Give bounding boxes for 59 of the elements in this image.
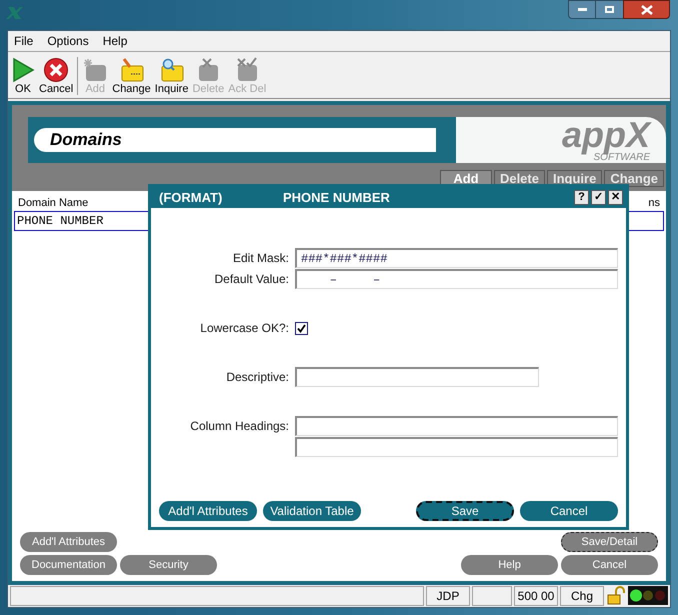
pencil-icon	[118, 57, 145, 83]
close-icon	[43, 57, 70, 83]
footer-button[interactable]: Add'l Attributes	[20, 532, 117, 552]
status-lights-icon	[628, 586, 668, 605]
field-label: Descriptive:	[226, 370, 289, 384]
input-field[interactable]	[295, 367, 539, 387]
field-value: – –	[328, 272, 380, 288]
footer-button[interactable]: Help	[461, 555, 558, 575]
column-header: ns	[648, 196, 660, 211]
toolbar-button[interactable]: OK	[11, 57, 35, 95]
input-field[interactable]: – –	[295, 269, 618, 289]
row-text: PHONE NUMBER	[17, 213, 104, 230]
close-button[interactable]	[623, 0, 670, 19]
menu-item[interactable]: Options	[47, 32, 89, 50]
footer-button[interactable]: Documentation	[20, 555, 117, 575]
field-label: Column Headings:	[190, 419, 289, 433]
field-label: Lowercase OK?:	[200, 321, 289, 335]
menu-item[interactable]: Help	[102, 32, 128, 50]
action-button[interactable]: Change	[604, 170, 664, 187]
play-icon	[11, 57, 35, 83]
minimize-button[interactable]	[568, 0, 596, 19]
title-button[interactable]: ✓	[591, 190, 606, 205]
toolbar-button[interactable]: Change	[112, 57, 151, 95]
field-label: Edit Mask:	[232, 251, 289, 265]
input-field[interactable]	[295, 437, 618, 457]
toolbar-button[interactable]: Inquire	[154, 57, 188, 95]
lock-icon	[606, 586, 626, 605]
magnifier-icon	[158, 57, 185, 83]
status-cell	[472, 586, 512, 606]
logo-text: appX	[562, 117, 650, 153]
menu-item[interactable]: File	[14, 32, 34, 50]
app-logo-icon	[6, 5, 24, 21]
status-cell: 500 00	[514, 586, 558, 606]
input-field[interactable]: ###*###*####	[295, 248, 618, 268]
maximize-button[interactable]	[596, 0, 623, 19]
close-icon	[640, 4, 652, 14]
status-cell: Chg	[560, 586, 604, 606]
title-button[interactable]: ?	[574, 190, 589, 205]
checkbox[interactable]	[295, 322, 308, 334]
input-field[interactable]	[295, 416, 618, 436]
footer-button[interactable]: Save/Detail	[561, 532, 658, 552]
logo-subtitle: SOFTWARE	[594, 153, 650, 163]
field-value: ###*###*####	[301, 250, 388, 268]
footer-button[interactable]: Cancel	[561, 555, 658, 575]
status-cell: JDP	[426, 586, 470, 606]
field-label: Default Value:	[214, 272, 289, 286]
dialog-title: (FORMAT)	[159, 188, 224, 207]
column-header: Domain Name	[18, 196, 88, 211]
footer-button[interactable]: Security	[120, 555, 217, 575]
panel-title: Domains	[50, 129, 122, 152]
dialog-subtitle: PHONE NUMBER	[283, 188, 391, 207]
dialog-button[interactable]: Cancel	[520, 501, 618, 521]
dialog-button[interactable]: Add'l Attributes	[159, 501, 257, 521]
toolbar-button[interactable]: Cancel	[39, 57, 74, 95]
title-button[interactable]: ✕	[608, 190, 623, 205]
folder-icon	[82, 57, 108, 83]
dialog-button[interactable]: Save	[416, 501, 514, 521]
dialog-button[interactable]: Validation Table	[263, 501, 361, 521]
check-icon	[297, 324, 306, 332]
